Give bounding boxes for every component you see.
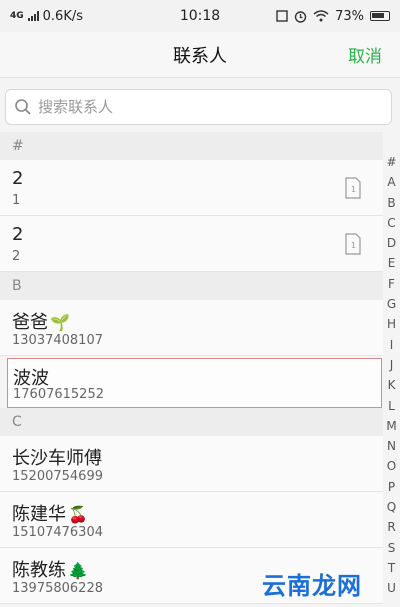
network-type: 4G: [10, 11, 24, 21]
cancel-button[interactable]: 取消: [348, 42, 382, 67]
index-letter[interactable]: K: [383, 375, 400, 395]
contact-row[interactable]: 2 2 1: [0, 216, 383, 272]
contact-list[interactable]: # 2 1 1 2 2 1 B 爸爸 🌱 13037408107 波波 17607…: [0, 132, 383, 604]
svg-text:1: 1: [351, 185, 356, 194]
sim-card-icon: 1: [345, 177, 361, 199]
index-letter[interactable]: H: [383, 314, 400, 334]
contact-name-text: 爸爸: [12, 312, 48, 333]
contact-phone: 13037408107: [12, 333, 103, 348]
network-speed: 0.6K/s: [42, 8, 84, 24]
search-icon: [15, 99, 31, 115]
contact-phone: 15107476304: [12, 525, 103, 540]
index-letter[interactable]: #: [383, 152, 400, 172]
index-letter[interactable]: C: [383, 213, 400, 233]
index-letter[interactable]: O: [383, 456, 400, 476]
title-bar: 联系人 取消: [0, 32, 400, 78]
section-header-c: C: [0, 408, 383, 436]
tree-emoji: 🌲: [68, 561, 88, 580]
contact-name-text: 陈建华: [12, 504, 66, 525]
svg-text:1: 1: [351, 241, 356, 250]
index-letter[interactable]: Q: [383, 497, 400, 517]
index-letter[interactable]: G: [383, 294, 400, 314]
contact-name: 长沙车师傅: [12, 448, 102, 469]
contact-phone: 15200754699: [12, 469, 103, 484]
contact-name-text: 陈教练: [12, 560, 66, 581]
sim-card-icon: 1: [345, 233, 361, 255]
contact-row[interactable]: 2 1 1: [0, 160, 383, 216]
contact-name: 陈建华 🍒: [12, 500, 88, 526]
contact-name: 2: [12, 224, 24, 245]
index-letter[interactable]: J: [383, 355, 400, 375]
status-right: 73%: [276, 9, 390, 24]
index-letter[interactable]: P: [383, 477, 400, 497]
contact-phone: 2: [12, 249, 21, 264]
index-letter[interactable]: D: [383, 233, 400, 253]
index-letter[interactable]: N: [383, 436, 400, 456]
section-header-b: B: [0, 272, 383, 300]
index-letter[interactable]: R: [383, 517, 400, 537]
contact-name: 2: [12, 168, 24, 189]
battery-icon: [370, 11, 390, 21]
wifi-icon: [313, 10, 329, 22]
search-bar[interactable]: [5, 89, 392, 125]
contact-name: 爸爸 🌱: [12, 308, 70, 334]
status-bar: 4G 0.6K/s 10:18 73%: [0, 0, 400, 32]
index-letter[interactable]: B: [383, 193, 400, 213]
contact-row[interactable]: 陈建华 🍒 15107476304: [0, 492, 383, 548]
battery-level: 73%: [335, 8, 364, 24]
index-letter[interactable]: L: [383, 396, 400, 416]
page-title: 联系人: [173, 46, 227, 67]
index-letter[interactable]: I: [383, 335, 400, 355]
index-letter[interactable]: A: [383, 172, 400, 192]
index-letter[interactable]: M: [383, 416, 400, 436]
contact-phone: 17607615252: [13, 387, 104, 402]
contact-row[interactable]: 爸爸 🌱 13037408107: [0, 300, 383, 356]
cherry-emoji: 🍒: [68, 505, 88, 524]
screenshot-icon: [276, 10, 288, 22]
watermark-logo: 云南龙网: [262, 572, 362, 600]
alphabet-index[interactable]: # A B C D E F G H I J K L M N O P Q R S …: [383, 152, 400, 607]
sprout-emoji: 🌱: [50, 313, 70, 332]
contact-row[interactable]: 长沙车师傅 15200754699: [0, 436, 383, 492]
contact-row-selected[interactable]: 波波 17607615252: [7, 358, 382, 408]
contact-phone: 13975806228: [12, 581, 103, 596]
index-letter[interactable]: T: [383, 558, 400, 578]
contact-name: 陈教练 🌲: [12, 556, 88, 582]
index-letter[interactable]: E: [383, 253, 400, 273]
alarm-icon: [294, 10, 307, 23]
search-input[interactable]: [38, 98, 368, 116]
status-left: 4G 0.6K/s: [10, 9, 83, 24]
signal-icon: [27, 11, 39, 21]
section-header-hash: #: [0, 132, 383, 160]
index-letter[interactable]: S: [383, 538, 400, 558]
index-letter[interactable]: U: [383, 578, 400, 598]
contact-phone: 1: [12, 193, 21, 208]
index-letter[interactable]: F: [383, 274, 400, 294]
